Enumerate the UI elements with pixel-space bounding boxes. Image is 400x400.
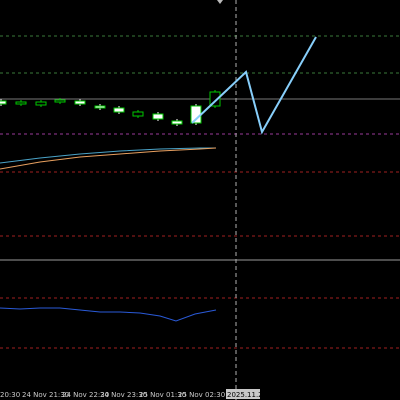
time-axis-label: 25 Nov 02:30 (178, 391, 225, 399)
candle (132, 111, 144, 117)
candle (35, 101, 47, 106)
candle (74, 100, 86, 105)
candle (113, 107, 125, 113)
time-axis: 20:30 24 Nov 21:30 24 Nov 22:30 24 Nov 2… (0, 391, 225, 399)
candle (54, 99, 66, 103)
time-axis-label: 20:30 (0, 391, 20, 399)
crosshair-time-label: 2025.11.25 04:00 (227, 391, 289, 399)
candle (15, 101, 27, 105)
candle (94, 105, 106, 109)
chart-background (0, 0, 400, 400)
trading-chart[interactable]: 20:30 24 Nov 21:30 24 Nov 22:30 24 Nov 2… (0, 0, 400, 400)
candle (171, 120, 183, 125)
candle (0, 100, 7, 105)
candle (152, 113, 164, 120)
